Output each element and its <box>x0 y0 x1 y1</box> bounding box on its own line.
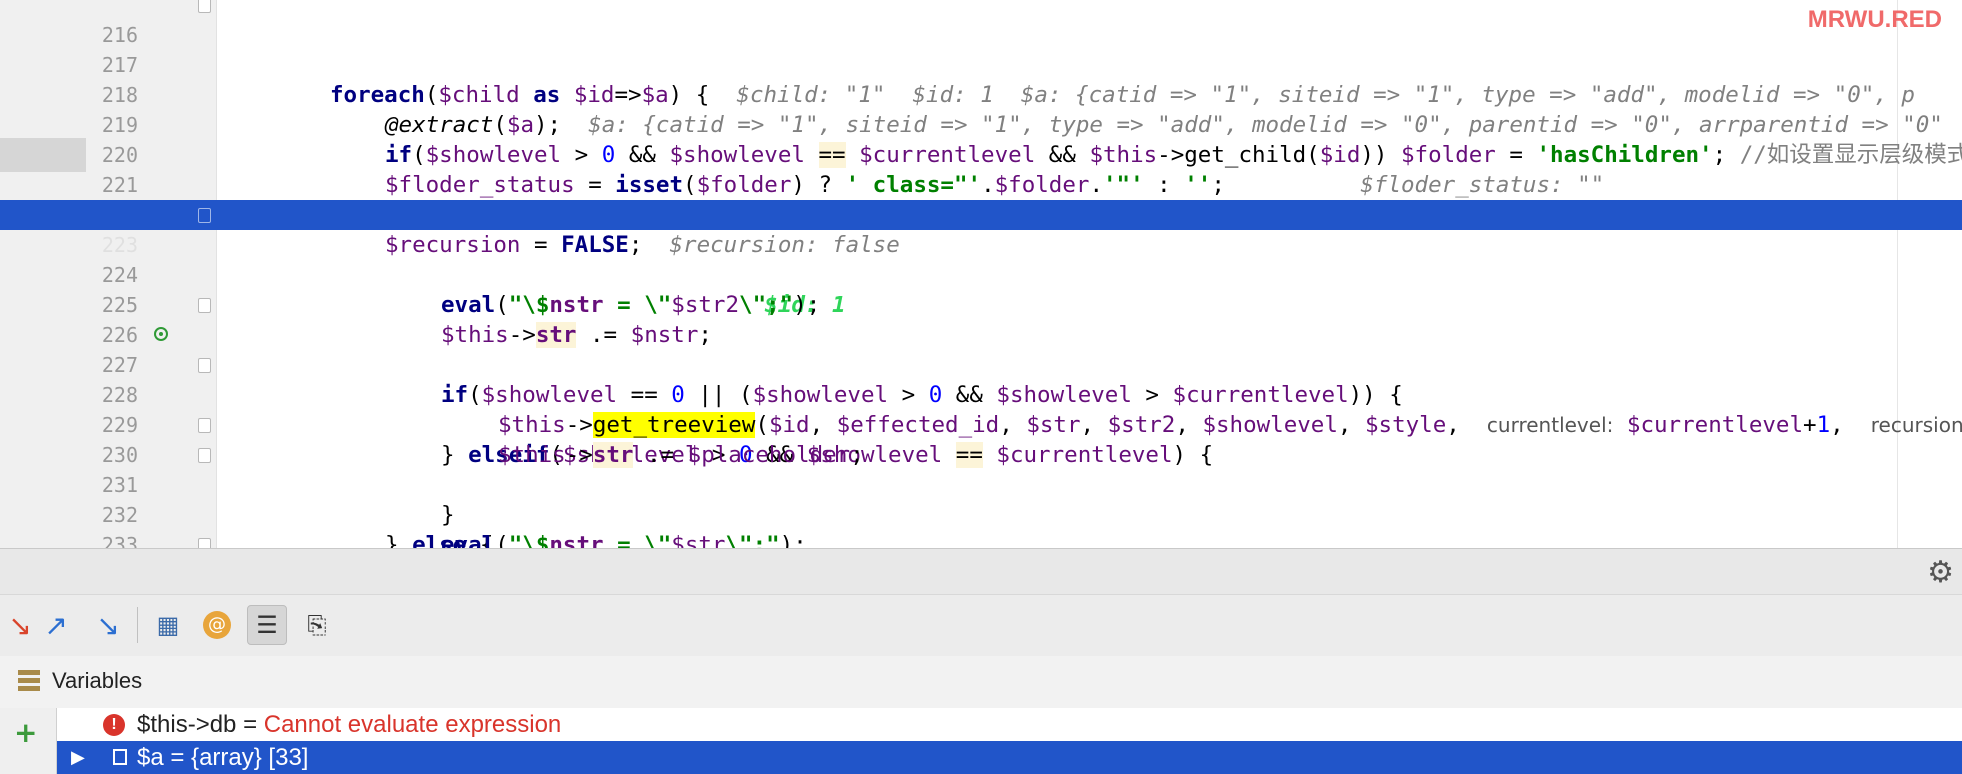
debug-toolbar: ↘ ↗ ↘ ▦ @ ☰ ⎘ <box>0 594 1962 658</box>
code-line[interactable]: 234 } <box>0 530 1962 548</box>
code-line[interactable]: 231 } else { <box>0 440 1962 548</box>
step-out-icon[interactable]: ↗ <box>36 605 76 645</box>
code-line[interactable]: 222 $recursion = FALSE; $recursion: fals… <box>0 170 1962 258</box>
show-values-inline-icon[interactable]: ☰ <box>247 605 287 645</box>
code-line[interactable]: 232 eval("\$nstr = \"$str\";"); <box>0 470 1962 548</box>
variables-title: Variables <box>52 668 143 693</box>
error-icon: ! <box>103 714 125 736</box>
gear-icon[interactable]: ⚙ <box>1927 555 1954 590</box>
code-line[interactable]: 227 $this->get_treeview($id, $effected_i… <box>0 320 1962 438</box>
code-line[interactable]: 216 foreach($child as $id=>$a) { $child:… <box>0 0 1962 108</box>
variable-row[interactable]: ! $this->db = Cannot evaluate expression <box>57 708 1962 741</box>
code-line[interactable]: 221 $this->str .= $recursion ? '<ul><li'… <box>0 140 1962 228</box>
variable-row-selected[interactable]: ▶ $a = {array} [33] <box>57 741 1962 774</box>
fold-marker-icon[interactable] <box>198 418 211 433</box>
expand-arrow-icon[interactable]: ▶ <box>71 741 85 774</box>
code-line[interactable]: 226 if($showlevel == 0 || ($showlevel > … <box>0 290 1962 408</box>
code-line[interactable]: 219 if($showlevel > 0 && $showlevel == $… <box>0 80 1962 168</box>
variable-value: Cannot evaluate expression <box>263 711 562 738</box>
variables-panel-header: Variables <box>0 656 1962 709</box>
watch-icon[interactable]: @ <box>197 605 237 645</box>
code-line[interactable]: 225 $this->str .= $nstr; <box>0 260 1962 348</box>
variable-entry: $this->db = Cannot evaluate expression <box>137 708 561 741</box>
add-watch-icon[interactable]: + <box>14 716 37 749</box>
variables-sidebar: + <box>0 708 57 774</box>
restore-layout-icon[interactable]: ⎘ <box>297 605 337 645</box>
fold-marker-icon[interactable] <box>198 448 211 463</box>
code-line[interactable]: 224 eval("\$nstr = \"$str2\";"); <box>0 230 1962 318</box>
toolbar-separator <box>137 607 138 643</box>
code-line[interactable]: 233 $this->str .= $nstr; <box>0 500 1962 548</box>
fold-marker-icon[interactable] <box>198 358 211 373</box>
code-lines[interactable]: 216 foreach($child as $id=>$a) { $child:… <box>0 0 1962 548</box>
current-execution-line[interactable]: 223 if($this->get_child($id)){ $id: 1 <box>0 200 1962 318</box>
step-into-icon[interactable]: ↘ <box>0 605 40 645</box>
debug-panel-header: ⚙ <box>0 548 1962 595</box>
breakpoint-icon[interactable] <box>154 327 168 341</box>
evaluate-expression-icon[interactable]: ▦ <box>148 605 188 645</box>
fold-marker-icon[interactable] <box>198 0 211 13</box>
variable-name: $a = {array} [33] <box>137 744 309 771</box>
code-line[interactable]: 218 @extract($a); $a: {catid => "1", sit… <box>0 50 1962 138</box>
fold-marker-icon[interactable] <box>198 208 211 223</box>
run-to-cursor-icon[interactable]: ↘ <box>88 605 128 645</box>
variables-list[interactable]: + ! $this->db = Cannot evaluate expressi… <box>0 708 1962 774</box>
code-line[interactable]: 217 <box>0 20 1962 77</box>
code-line[interactable]: 220 $floder_status = isset($folder) ? ' … <box>0 110 1962 198</box>
fold-marker-icon[interactable] <box>198 538 211 548</box>
code-line[interactable]: 228 } elseif($showlevel > 0 && $showleve… <box>0 350 1962 468</box>
variable-name: $this->db = <box>137 711 264 738</box>
variables-icon <box>18 670 40 692</box>
code-editor[interactable]: MRWU.RED 216 foreach($child as $id=>$a) … <box>0 0 1962 548</box>
fold-marker-icon[interactable] <box>198 298 211 313</box>
code-line[interactable]: 230 } <box>0 410 1962 528</box>
code-line[interactable]: 229 $this->str .= $placeholder; <box>0 380 1962 468</box>
array-icon <box>113 749 127 765</box>
